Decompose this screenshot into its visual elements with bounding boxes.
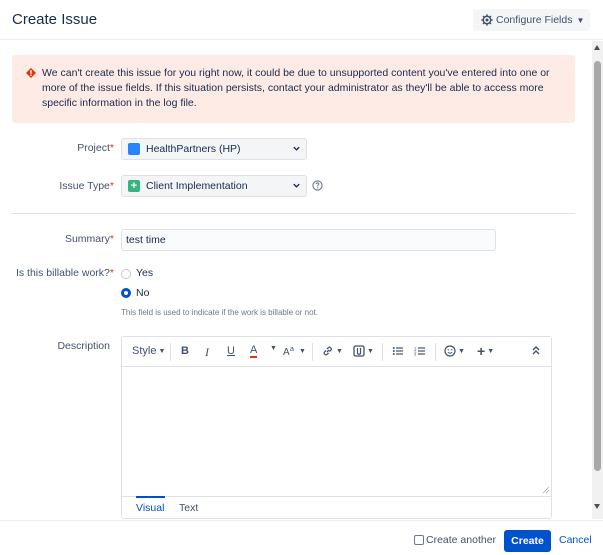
svg-text:3: 3: [414, 352, 417, 357]
tab-text[interactable]: Text: [179, 502, 198, 514]
chevron-down-icon: ▼: [270, 345, 277, 352]
editor-toolbar: Style ▼ B I U A ▼ Aa ▼ ▼ ▼ 123 ▼ + ▼: [122, 337, 551, 367]
project-avatar-icon: [128, 143, 140, 155]
double-chevron-up-icon: [532, 346, 540, 355]
insert-more-button[interactable]: + ▼: [477, 343, 494, 359]
error-icon: [26, 68, 36, 78]
billable-hint: This field is used to indicate if the wo…: [121, 308, 318, 317]
chevron-down-icon: [293, 183, 300, 188]
collapse-toolbar-button[interactable]: [531, 345, 541, 355]
numbered-list-button[interactable]: 123: [414, 345, 426, 357]
create-another-checkbox[interactable]: [414, 535, 424, 545]
link-icon: [323, 346, 332, 356]
chevron-down-icon: ▼: [158, 347, 166, 355]
vertical-scrollbar[interactable]: [592, 41, 603, 519]
summary-input[interactable]: test time: [121, 229, 496, 251]
emoji-icon: [444, 345, 456, 357]
scrollbar-thumb[interactable]: [594, 61, 601, 471]
billable-yes-radio[interactable]: [121, 269, 131, 279]
scroll-up-arrow-icon[interactable]: [594, 45, 600, 50]
configure-fields-button[interactable]: Configure Fields ▼: [473, 9, 590, 31]
text-color-icon: A: [250, 344, 258, 358]
project-select[interactable]: HealthPartners (HP): [121, 138, 307, 160]
chevron-down-icon: [293, 146, 300, 151]
tab-visual[interactable]: Visual: [136, 502, 164, 514]
chevron-down-icon: ▼: [487, 347, 495, 355]
text-color-button[interactable]: A: [250, 344, 258, 358]
resize-handle-icon[interactable]: [542, 486, 550, 494]
description-textarea[interactable]: [122, 368, 551, 496]
italic-button[interactable]: I: [205, 345, 209, 360]
plus-icon: +: [128, 180, 140, 192]
toolbar-separator: [435, 343, 436, 361]
link-button[interactable]: ▼: [322, 345, 343, 357]
scroll-down-arrow-icon[interactable]: [594, 504, 600, 509]
bullet-list-button[interactable]: [392, 345, 404, 357]
chevron-down-icon: ▼: [458, 347, 465, 355]
underline-button[interactable]: U: [227, 345, 235, 357]
numbered-list-icon: 123: [414, 346, 425, 357]
dialog-footer: Create another Create Cancel: [0, 520, 603, 555]
plus-icon: +: [477, 343, 486, 359]
summary-label: Summary*: [64, 233, 114, 245]
chevron-down-icon: ▼: [336, 347, 343, 355]
billable-yes-label[interactable]: Yes: [136, 267, 153, 279]
toolbar-separator: [170, 343, 171, 361]
chevron-down-icon: ▼: [576, 15, 585, 25]
issue-type-label: Issue Type*: [59, 180, 114, 192]
issue-type-value: Client Implementation: [146, 180, 248, 192]
error-text: We can't create this issue for you right…: [42, 67, 550, 109]
help-icon[interactable]: [312, 180, 323, 191]
svg-text:A: A: [283, 347, 290, 357]
create-another-label[interactable]: Create another: [426, 534, 496, 546]
active-tab-indicator: [136, 496, 165, 498]
style-label: Style: [132, 345, 157, 357]
bold-button[interactable]: B: [181, 345, 189, 357]
billable-label: Is this billable work?*: [15, 267, 114, 279]
chevron-down-icon: ▼: [367, 347, 374, 355]
billable-no-label[interactable]: No: [136, 287, 149, 299]
toolbar-separator: [312, 343, 313, 361]
project-value: HealthPartners (HP): [146, 143, 241, 155]
style-dropdown[interactable]: Style ▼: [132, 345, 165, 357]
section-divider: [12, 213, 575, 214]
toolbar-separator: [382, 343, 383, 361]
billable-no-radio[interactable]: [121, 288, 131, 298]
gear-icon: [481, 14, 493, 26]
configure-fields-label: Configure Fields: [496, 14, 573, 26]
attachment-icon: [353, 345, 365, 357]
cancel-link[interactable]: Cancel: [559, 534, 592, 546]
emoji-button[interactable]: ▼: [444, 345, 465, 357]
dialog-header: Create Issue Configure Fields ▼: [0, 0, 603, 40]
project-label: Project*: [77, 142, 114, 154]
create-button[interactable]: Create: [504, 530, 551, 552]
error-message: We can't create this issue for you right…: [12, 55, 575, 123]
svg-text:a: a: [290, 346, 294, 353]
description-label: Description: [57, 340, 110, 352]
editor-mode-tabs: Visual Text: [122, 496, 551, 518]
issue-type-select[interactable]: + Client Implementation: [121, 175, 307, 197]
bullet-list-icon: [392, 347, 403, 355]
dialog-title: Create Issue: [12, 11, 98, 28]
chevron-down-icon: ▼: [299, 347, 306, 355]
text-color-dropdown[interactable]: ▼: [268, 345, 277, 352]
more-formatting-button[interactable]: Aa ▼: [283, 345, 306, 357]
description-editor: Style ▼ B I U A ▼ Aa ▼ ▼ ▼ 123 ▼ + ▼ Vis…: [121, 336, 552, 519]
attachment-button[interactable]: ▼: [353, 345, 374, 357]
text-effects-icon: Aa: [283, 346, 294, 357]
